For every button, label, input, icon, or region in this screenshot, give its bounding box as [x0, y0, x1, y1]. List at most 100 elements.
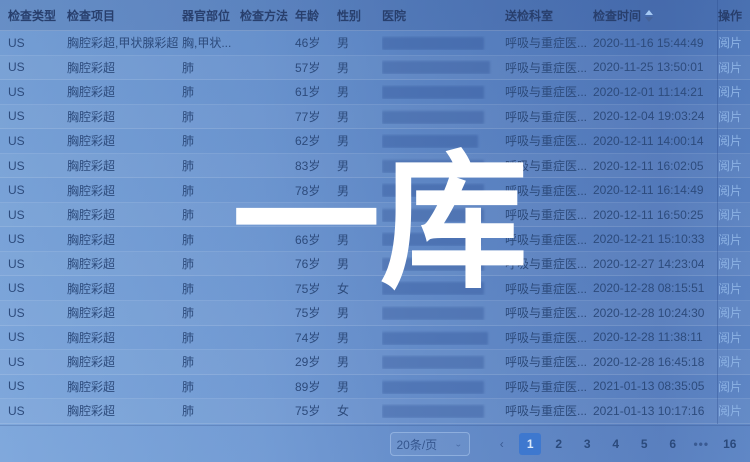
table-row[interactable]: US 胸腔彩超 肺 57岁 男 呼吸与重症医... 2020-11-25 13:… — [0, 56, 750, 81]
cell-exam-item: 胸腔彩超 — [67, 231, 182, 248]
table-row[interactable]: US 胸腔彩超 肺 78岁 男 呼吸与重症医... 2020-12-11 16:… — [0, 178, 750, 203]
view-film-link[interactable]: 阅片 — [718, 402, 750, 419]
table-row[interactable]: US 胸腔彩超 肺 75岁 女 呼吸与重症医... 2020-12-28 08:… — [0, 276, 750, 301]
page-button-16[interactable]: 16 — [719, 433, 741, 455]
view-film-link[interactable]: 阅片 — [718, 378, 750, 395]
cell-gender: 男 — [337, 83, 382, 100]
more-pages-button[interactable]: ••• — [690, 433, 712, 455]
column-header-exam-item[interactable]: 检查项目 — [67, 7, 182, 24]
page-button-3[interactable]: 3 — [576, 433, 598, 455]
column-header-exam-time[interactable]: 检查时间 — [593, 7, 718, 24]
table-row[interactable]: US 胸腔彩超 肺 83岁 男 呼吸与重症医... 2020-12-11 16:… — [0, 154, 750, 179]
table-row[interactable]: US 胸腔彩超 肺 74岁 男 呼吸与重症医... 2020-12-28 11:… — [0, 326, 750, 351]
cell-hospital — [382, 355, 505, 369]
page-button-5[interactable]: 5 — [633, 433, 655, 455]
page-button-1[interactable]: 1 — [519, 433, 541, 455]
view-film-link[interactable]: 阅片 — [718, 353, 750, 370]
view-film-link[interactable]: 阅片 — [718, 329, 750, 346]
view-film-link[interactable]: 阅片 — [718, 280, 750, 297]
cell-exam-item: 胸腔彩超 — [67, 255, 182, 272]
cell-exam-type: US — [8, 159, 67, 173]
table-row[interactable]: US 胸腔彩超 肺 61岁 男 呼吸与重症医... 2020-12-01 11:… — [0, 80, 750, 105]
cell-exam-item: 胸腔彩超 — [67, 329, 182, 346]
table-row[interactable]: US 胸腔彩超 肺 29岁 男 呼吸与重症医... 2020-12-28 16:… — [0, 350, 750, 375]
cell-age: 78岁 — [295, 182, 337, 199]
cell-department: 呼吸与重症医... — [505, 231, 593, 248]
column-header-exam-type[interactable]: 检查类型 — [8, 7, 67, 24]
page-size-select[interactable]: 20条/页 ⌄ — [390, 432, 470, 456]
cell-gender: 男 — [337, 378, 382, 395]
cell-exam-time: 2020-12-11 16:14:49 — [593, 183, 718, 197]
cell-exam-type: US — [8, 379, 67, 393]
cell-organ: 肺 — [182, 157, 240, 174]
cell-department: 呼吸与重症医... — [505, 280, 593, 297]
table-header-row: 检查类型 检查项目 器官部位 检查方法 年龄 性别 医院 送检科室 检查时间 操… — [0, 0, 750, 31]
cell-hospital — [382, 85, 505, 99]
page-button-6[interactable]: 6 — [662, 433, 684, 455]
view-film-link[interactable]: 阅片 — [718, 182, 750, 199]
column-header-department[interactable]: 送检科室 — [505, 7, 593, 24]
view-film-link[interactable]: 阅片 — [718, 132, 750, 149]
table-row[interactable]: US 胸腔彩超 肺 66岁 男 呼吸与重症医... 2020-12-21 15:… — [0, 227, 750, 252]
column-header-age[interactable]: 年龄 — [295, 7, 337, 24]
cell-department: 呼吸与重症医... — [505, 157, 593, 174]
column-header-hospital[interactable]: 医院 — [382, 7, 505, 24]
table-row[interactable]: US 胸腔彩超 肺 75岁 女 呼吸与重症医... 2021-01-13 10:… — [0, 399, 750, 424]
cell-exam-time: 2020-12-11 14:00:14 — [593, 134, 718, 148]
view-film-link[interactable]: 阅片 — [718, 157, 750, 174]
hospital-redaction-block — [382, 233, 481, 246]
cell-department: 呼吸与重症医... — [505, 83, 593, 100]
cell-organ: 肺 — [182, 108, 240, 125]
view-film-link[interactable]: 阅片 — [718, 108, 750, 125]
table-row[interactable]: US 胸腔彩超 肺 76岁 男 呼吸与重症医... 2020-12-27 14:… — [0, 252, 750, 277]
table-row[interactable]: US 胸腔彩超 肺 75岁 男 呼吸与重症医... 2020-12-28 10:… — [0, 301, 750, 326]
view-film-link[interactable]: 阅片 — [718, 231, 750, 248]
hospital-redaction-block — [382, 356, 484, 369]
cell-gender: 女 — [337, 280, 382, 297]
view-film-link[interactable]: 阅片 — [718, 34, 750, 51]
cell-exam-time: 2020-12-28 10:24:30 — [593, 306, 718, 320]
cell-exam-type: US — [8, 232, 67, 246]
cell-age: 77岁 — [295, 108, 337, 125]
cell-exam-time: 2020-12-04 19:03:24 — [593, 109, 718, 123]
cell-hospital — [382, 232, 505, 246]
view-film-link[interactable]: 阅片 — [718, 206, 750, 223]
cell-exam-time: 2021-01-13 08:35:05 — [593, 379, 718, 393]
hospital-redaction-block — [382, 160, 484, 173]
column-header-method[interactable]: 检查方法 — [240, 7, 295, 24]
table-row[interactable]: US 胸腔彩超 肺 76岁 女 呼吸与重症医... 2020-12-11 16:… — [0, 203, 750, 228]
sort-ascending-icon[interactable] — [645, 10, 653, 15]
cell-hospital — [382, 60, 505, 74]
table-row[interactable]: US 胸腔彩超 肺 62岁 男 呼吸与重症医... 2020-12-11 14:… — [0, 129, 750, 154]
page-button-4[interactable]: 4 — [605, 433, 627, 455]
hospital-redaction-block — [382, 61, 490, 74]
cell-exam-type: US — [8, 109, 67, 123]
cell-hospital — [382, 330, 505, 344]
cell-exam-type: US — [8, 36, 67, 50]
cell-department: 呼吸与重症医... — [505, 59, 593, 76]
hospital-redaction-block — [382, 332, 488, 345]
prev-page-button[interactable]: ‹ — [491, 433, 513, 455]
table-row[interactable]: US 胸腔彩超,甲状腺彩超 胸,甲状... 46岁 男 呼吸与重症医... 20… — [0, 31, 750, 56]
cell-department: 呼吸与重症医... — [505, 206, 593, 223]
view-film-link[interactable]: 阅片 — [718, 59, 750, 76]
sort-descending-icon[interactable] — [645, 17, 653, 22]
cell-organ: 肺 — [182, 59, 240, 76]
view-film-link[interactable]: 阅片 — [718, 255, 750, 272]
column-header-gender[interactable]: 性别 — [337, 7, 382, 24]
pager: ‹ 123456 ••• 16 — [488, 433, 745, 455]
cell-age: 57岁 — [295, 59, 337, 76]
cell-age: 75岁 — [295, 304, 337, 321]
table-body: US 胸腔彩超,甲状腺彩超 胸,甲状... 46岁 男 呼吸与重症医... 20… — [0, 31, 750, 424]
table-row[interactable]: US 胸腔彩超 肺 77岁 男 呼吸与重症医... 2020-12-04 19:… — [0, 105, 750, 130]
table-row[interactable]: US 胸腔彩超 肺 89岁 男 呼吸与重症医... 2021-01-13 08:… — [0, 375, 750, 400]
sort-caret-icon[interactable] — [645, 10, 653, 22]
page-button-2[interactable]: 2 — [548, 433, 570, 455]
column-header-organ[interactable]: 器官部位 — [182, 7, 240, 24]
view-film-link[interactable]: 阅片 — [718, 83, 750, 100]
view-film-link[interactable]: 阅片 — [718, 304, 750, 321]
cell-exam-item: 胸腔彩超 — [67, 304, 182, 321]
hospital-redaction-block — [382, 135, 478, 148]
cell-exam-item: 胸腔彩超 — [67, 402, 182, 419]
cell-exam-type: US — [8, 404, 67, 418]
